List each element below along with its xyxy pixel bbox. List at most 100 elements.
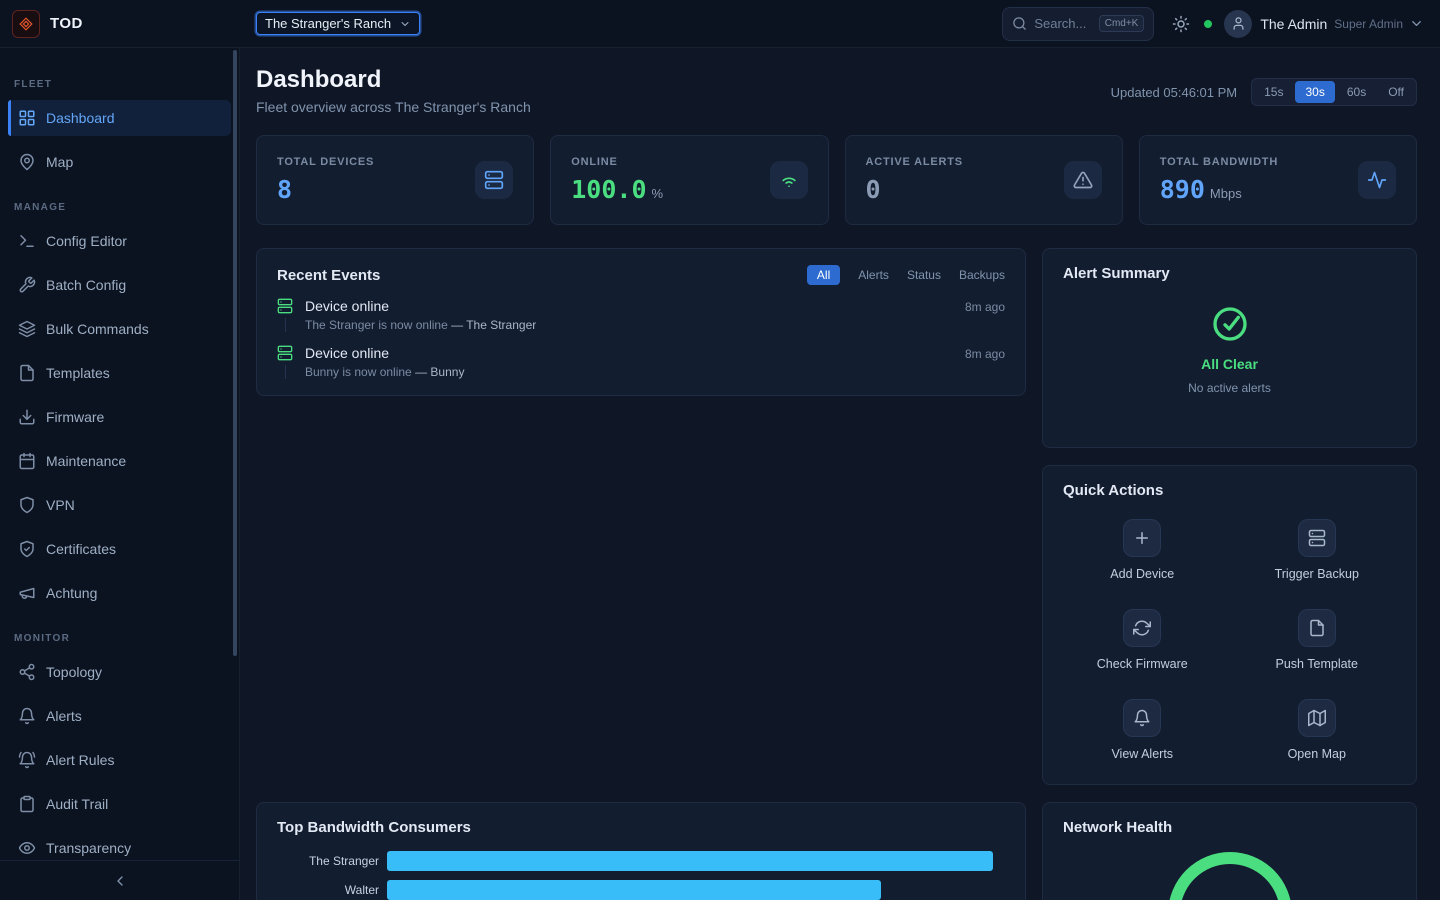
tab-all[interactable]: All xyxy=(807,265,840,285)
sidebar: FLEET Dashboard Map MANAGE Config Editor… xyxy=(0,48,240,900)
sidebar-item-config-editor[interactable]: Config Editor xyxy=(8,223,231,259)
main-content: Dashboard Fleet overview across The Stra… xyxy=(240,48,1440,900)
recent-events-title: Recent Events xyxy=(277,267,380,284)
user-role: Super Admin xyxy=(1334,17,1403,31)
event-row: Device online 8m ago Bunny is now online… xyxy=(277,345,1005,379)
sidebar-item-topology[interactable]: Topology xyxy=(8,654,231,690)
sidebar-item-vpn[interactable]: VPN xyxy=(8,487,231,523)
sidebar-item-label: Achtung xyxy=(46,585,97,601)
wifi-icon xyxy=(770,161,808,199)
quick-action-label: Open Map xyxy=(1288,747,1346,761)
chevron-down-icon xyxy=(1409,16,1424,31)
map-icon xyxy=(1298,699,1336,737)
quick-action-label: Check Firmware xyxy=(1097,657,1188,671)
event-time: 8m ago xyxy=(965,300,1005,314)
stat-label: TOTAL DEVICES xyxy=(277,156,374,168)
stat-value: 890 xyxy=(1160,175,1205,204)
layers-icon xyxy=(18,320,36,338)
timeline-connector xyxy=(285,365,286,379)
bandwidth-chart-card: Top Bandwidth Consumers The Stranger Wal… xyxy=(256,802,1026,900)
bar-row: Walter xyxy=(277,880,1005,900)
stat-label: ONLINE xyxy=(571,156,663,168)
user-menu[interactable]: The Admin Super Admin xyxy=(1224,10,1424,38)
refresh-off-button[interactable]: Off xyxy=(1378,81,1414,103)
network-health-title: Network Health xyxy=(1063,819,1396,836)
sidebar-item-label: Batch Config xyxy=(46,277,126,293)
connection-status-dot xyxy=(1204,20,1212,28)
stat-online: ONLINE 100.0 % xyxy=(550,135,828,225)
sidebar-item-firmware[interactable]: Firmware xyxy=(8,399,231,435)
open-map-button[interactable]: Open Map xyxy=(1238,699,1397,761)
bell-icon xyxy=(1123,699,1161,737)
tab-status[interactable]: Status xyxy=(907,268,941,282)
add-device-button[interactable]: Add Device xyxy=(1063,519,1222,581)
event-time: 8m ago xyxy=(965,347,1005,361)
sidebar-item-batch-config[interactable]: Batch Config xyxy=(8,267,231,303)
check-circle-icon xyxy=(1210,304,1250,344)
sidebar-item-map[interactable]: Map xyxy=(8,144,231,180)
trigger-backup-button[interactable]: Trigger Backup xyxy=(1238,519,1397,581)
megaphone-icon xyxy=(18,584,36,602)
refresh-15s-button[interactable]: 15s xyxy=(1254,81,1293,103)
sidebar-item-dashboard[interactable]: Dashboard xyxy=(8,100,231,136)
sidebar-item-label: Firmware xyxy=(46,409,104,425)
sidebar-item-maintenance[interactable]: Maintenance xyxy=(8,443,231,479)
sidebar-item-label: Maintenance xyxy=(46,453,126,469)
alert-summary-title: Alert Summary xyxy=(1063,265,1396,282)
fleet-selector[interactable]: The Stranger's Ranch xyxy=(256,12,420,35)
sidebar-collapse-button[interactable] xyxy=(112,873,128,889)
theme-toggle-button[interactable] xyxy=(1172,15,1190,33)
file-icon xyxy=(1298,609,1336,647)
user-icon xyxy=(1231,16,1246,31)
sun-icon xyxy=(1172,15,1190,33)
sidebar-item-label: Audit Trail xyxy=(46,796,108,812)
dashboard-grid-icon xyxy=(18,109,36,127)
map-pin-icon xyxy=(18,153,36,171)
tab-backups[interactable]: Backups xyxy=(959,268,1005,282)
sidebar-item-label: Alert Rules xyxy=(46,752,114,768)
server-icon xyxy=(277,345,293,361)
quick-actions-title: Quick Actions xyxy=(1063,482,1396,499)
search-shortcut-badge: Cmd+K xyxy=(1099,15,1145,32)
page-header: Dashboard Fleet overview across The Stra… xyxy=(256,66,1417,115)
chevron-left-icon xyxy=(112,873,128,889)
sidebar-item-achtung[interactable]: Achtung xyxy=(8,575,231,611)
view-alerts-button[interactable]: View Alerts xyxy=(1063,699,1222,761)
sidebar-item-label: Config Editor xyxy=(46,233,127,249)
quick-action-label: View Alerts xyxy=(1111,747,1173,761)
bandwidth-bar xyxy=(387,880,881,900)
sidebar-item-alerts[interactable]: Alerts xyxy=(8,698,231,734)
push-template-button[interactable]: Push Template xyxy=(1238,609,1397,671)
network-health-card: Network Health 100 xyxy=(1042,802,1417,900)
event-description: Bunny is now online xyxy=(305,365,412,379)
network-health-gauge: 100 xyxy=(1168,852,1292,900)
search-box[interactable]: Cmd+K xyxy=(1002,7,1154,41)
server-icon xyxy=(1298,519,1336,557)
sidebar-section-fleet: FLEET xyxy=(14,79,231,90)
quick-action-label: Trigger Backup xyxy=(1275,567,1359,581)
sidebar-item-certificates[interactable]: Certificates xyxy=(8,531,231,567)
sidebar-item-alert-rules[interactable]: Alert Rules xyxy=(8,742,231,778)
check-firmware-button[interactable]: Check Firmware xyxy=(1063,609,1222,671)
stat-unit: Mbps xyxy=(1210,186,1242,201)
refresh-30s-button[interactable]: 30s xyxy=(1295,81,1334,103)
stat-value: 100.0 xyxy=(571,175,646,204)
refresh-60s-button[interactable]: 60s xyxy=(1337,81,1376,103)
sidebar-scrollbar[interactable] xyxy=(233,50,237,656)
page-subtitle: Fleet overview across The Stranger's Ran… xyxy=(256,99,531,115)
sidebar-item-audit-trail[interactable]: Audit Trail xyxy=(8,786,231,822)
sidebar-item-label: Topology xyxy=(46,664,102,680)
tab-alerts[interactable]: Alerts xyxy=(858,268,889,282)
sidebar-item-label: Certificates xyxy=(46,541,116,557)
sidebar-item-templates[interactable]: Templates xyxy=(8,355,231,391)
quick-action-label: Push Template xyxy=(1276,657,1358,671)
stat-active-alerts: ACTIVE ALERTS 0 xyxy=(845,135,1123,225)
shield-icon xyxy=(18,496,36,514)
download-icon xyxy=(18,408,36,426)
search-input[interactable] xyxy=(1034,16,1091,31)
brand: TOD xyxy=(0,10,240,38)
stat-cards: TOTAL DEVICES 8 ONLINE 100.0 % xyxy=(256,135,1417,225)
server-icon xyxy=(475,161,513,199)
recent-events-card: Recent Events All Alerts Status Backups xyxy=(256,248,1026,396)
sidebar-item-bulk-commands[interactable]: Bulk Commands xyxy=(8,311,231,347)
